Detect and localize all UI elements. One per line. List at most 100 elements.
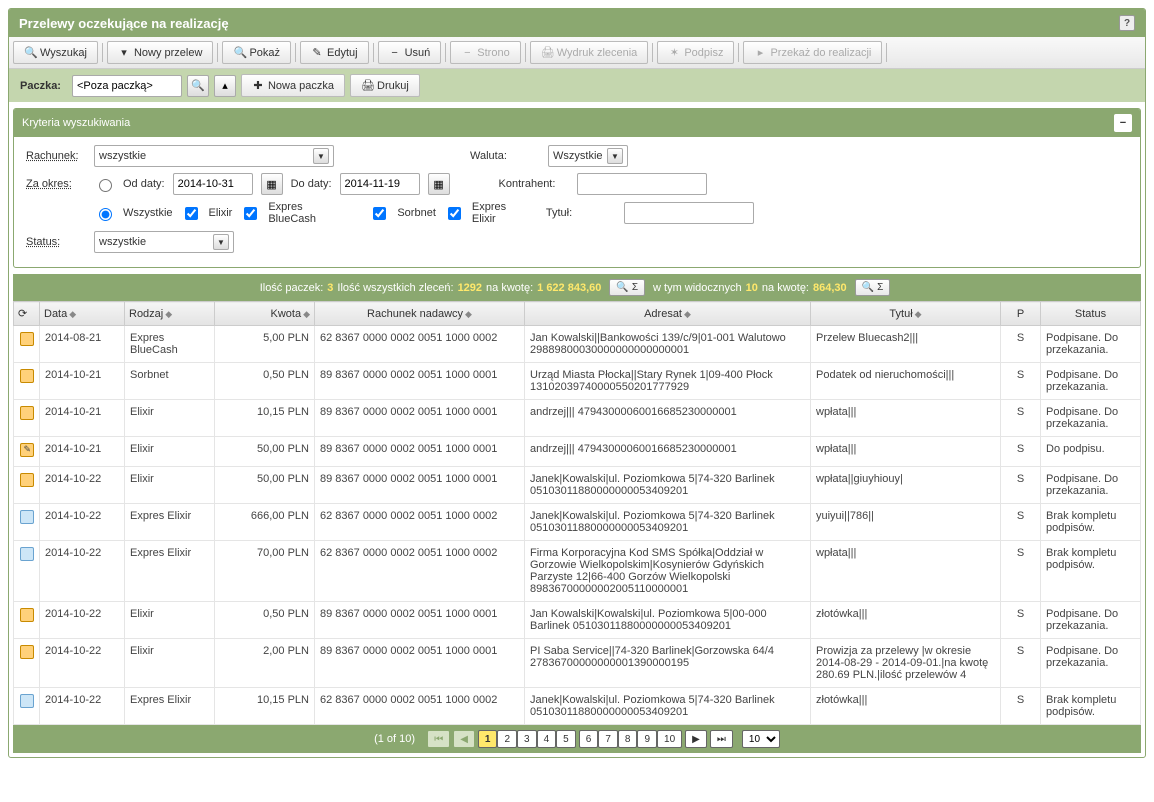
criteria-header: Kryteria wyszukiwania − bbox=[14, 109, 1140, 137]
tytul-input[interactable] bbox=[624, 202, 754, 224]
table-row[interactable]: 2014-10-22Elixir2,00 PLN89 8367 0000 000… bbox=[14, 639, 1141, 688]
execute-button[interactable]: ▸Przekaż do realizacji bbox=[743, 41, 882, 64]
search-button[interactable]: 🔍Wyszukaj bbox=[13, 41, 98, 64]
calendar-do-button[interactable]: ▦ bbox=[428, 173, 450, 195]
sorbnet-check[interactable] bbox=[373, 207, 386, 220]
row-icon bbox=[20, 473, 34, 487]
delete-button[interactable]: −Usuń bbox=[378, 41, 442, 64]
col-rach[interactable]: Rachunek nadawcy◆ bbox=[315, 302, 525, 326]
status-select[interactable]: wszystkie▼ bbox=[94, 231, 234, 253]
col-adresat[interactable]: Adresat◆ bbox=[525, 302, 811, 326]
tytul-label: Tytuł: bbox=[546, 207, 616, 219]
col-tytul[interactable]: Tytuł◆ bbox=[811, 302, 1001, 326]
col-rodzaj[interactable]: Rodzaj◆ bbox=[125, 302, 215, 326]
sigma2-button[interactable]: 🔍 Σ bbox=[855, 279, 891, 296]
table-row[interactable]: 2014-10-21Elixir50,00 PLN89 8367 0000 00… bbox=[14, 437, 1141, 467]
elixir-check[interactable] bbox=[185, 207, 198, 220]
show-icon: 🔍 bbox=[233, 46, 245, 59]
chevron-down-icon: ▼ bbox=[213, 234, 229, 250]
pager-page-2[interactable]: 2 bbox=[497, 730, 517, 748]
pager-page-4[interactable]: 4 bbox=[537, 730, 557, 748]
help-button[interactable]: ? bbox=[1119, 15, 1135, 31]
row-icon bbox=[20, 510, 34, 524]
print-order-icon: 🖨 bbox=[541, 46, 553, 59]
col-kwota[interactable]: Kwota◆ bbox=[215, 302, 315, 326]
pager-page-5[interactable]: 5 bbox=[556, 730, 576, 748]
new-paczka-button[interactable]: ✚Nowa paczka bbox=[241, 74, 345, 97]
edit-icon: ✎ bbox=[311, 46, 323, 59]
table-row[interactable]: 2014-10-22Expres Elixir70,00 PLN62 8367 … bbox=[14, 541, 1141, 602]
paczka-input[interactable] bbox=[72, 75, 182, 97]
wszystkie-radio[interactable] bbox=[99, 208, 112, 221]
chevron-down-icon: ▼ bbox=[607, 148, 623, 164]
execute-icon: ▸ bbox=[754, 46, 766, 59]
row-icon bbox=[20, 443, 34, 457]
table-row[interactable]: 2014-10-22Expres Elixir10,15 PLN62 8367 … bbox=[14, 688, 1141, 725]
pager-last[interactable]: ⏭ bbox=[710, 730, 733, 748]
pager: (1 of 10) ⏮ ◀ 12345 678910 ▶ ⏭ 10 bbox=[13, 725, 1141, 753]
status-label: Status: bbox=[26, 236, 86, 248]
edit-button[interactable]: ✎Edytuj bbox=[300, 41, 369, 64]
od-daty-input[interactable] bbox=[173, 173, 253, 195]
paczka-label: Paczka: bbox=[14, 80, 67, 92]
col-status[interactable]: Status bbox=[1041, 302, 1141, 326]
print-button[interactable]: 🖨Drukuj bbox=[350, 74, 420, 97]
strono-button[interactable]: −Strono bbox=[450, 41, 520, 64]
okres-label: Za okres: bbox=[26, 178, 86, 190]
pager-page-7[interactable]: 7 bbox=[598, 730, 618, 748]
expreselixir-check[interactable] bbox=[448, 207, 461, 220]
panel-header: Przelewy oczekujące na realizację ? bbox=[9, 9, 1145, 37]
kontrahent-label: Kontrahent: bbox=[499, 178, 569, 190]
table-row[interactable]: 2014-10-22Elixir0,50 PLN89 8367 0000 000… bbox=[14, 602, 1141, 639]
paczka-bar: Paczka: 🔍 ▴ ✚Nowa paczka 🖨Drukuj bbox=[9, 69, 1145, 102]
col-data[interactable]: Data◆ bbox=[40, 302, 125, 326]
waluta-label: Waluta: bbox=[470, 150, 540, 162]
sigma1-button[interactable]: 🔍 Σ bbox=[609, 279, 645, 296]
col-p[interactable]: P bbox=[1001, 302, 1041, 326]
pager-first[interactable]: ⏮ bbox=[427, 730, 450, 748]
paczka-search-button[interactable]: 🔍 bbox=[187, 75, 209, 97]
paczka-up-button[interactable]: ▴ bbox=[214, 75, 236, 97]
rachunek-select[interactable]: wszystkie▼ bbox=[94, 145, 334, 167]
sign-button[interactable]: ✶Podpisz bbox=[657, 41, 734, 64]
show-button[interactable]: 🔍Pokaż bbox=[222, 41, 291, 64]
col-icon[interactable]: ⟳ bbox=[14, 302, 40, 326]
table-row[interactable]: 2014-10-22Elixir50,00 PLN89 8367 0000 00… bbox=[14, 467, 1141, 504]
pager-next[interactable]: ▶ bbox=[685, 730, 707, 748]
calendar-od-button[interactable]: ▦ bbox=[261, 173, 283, 195]
chevron-down-icon: ▼ bbox=[313, 148, 329, 164]
pager-prev[interactable]: ◀ bbox=[453, 730, 475, 748]
table-row[interactable]: 2014-10-21Sorbnet0,50 PLN89 8367 0000 00… bbox=[14, 363, 1141, 400]
pager-page-10[interactable]: 10 bbox=[657, 730, 682, 748]
strono-icon: − bbox=[461, 47, 473, 59]
table-row[interactable]: 2014-10-21Elixir10,15 PLN89 8367 0000 00… bbox=[14, 400, 1141, 437]
collapse-button[interactable]: − bbox=[1114, 114, 1132, 132]
row-icon bbox=[20, 608, 34, 622]
pager-size[interactable]: 10 bbox=[742, 730, 780, 748]
row-icon bbox=[20, 645, 34, 659]
sign-icon: ✶ bbox=[668, 46, 680, 59]
page-title: Przelewy oczekujące na realizację bbox=[19, 16, 229, 31]
row-icon bbox=[20, 406, 34, 420]
row-icon bbox=[20, 332, 34, 346]
pager-page-6[interactable]: 6 bbox=[579, 730, 599, 748]
row-icon bbox=[20, 547, 34, 561]
print-order-button[interactable]: 🖨Wydruk zlecenia bbox=[530, 41, 649, 64]
kontrahent-input[interactable] bbox=[577, 173, 707, 195]
transfers-table: ⟳ Data◆ Rodzaj◆ Kwota◆ Rachunek nadawcy◆… bbox=[13, 301, 1141, 725]
pager-page-9[interactable]: 9 bbox=[637, 730, 657, 748]
search-icon: 🔍 bbox=[24, 46, 36, 59]
new-button[interactable]: ▾Nowy przelew bbox=[107, 41, 213, 64]
waluta-select[interactable]: Wszystkie▼ bbox=[548, 145, 628, 167]
row-icon bbox=[20, 369, 34, 383]
row-icon bbox=[20, 694, 34, 708]
pager-page-1[interactable]: 1 bbox=[478, 730, 498, 748]
od-daty-radio[interactable] bbox=[99, 179, 112, 192]
do-daty-input[interactable] bbox=[340, 173, 420, 195]
table-row[interactable]: 2014-08-21Expres BlueCash5,00 PLN62 8367… bbox=[14, 326, 1141, 363]
expresblue-check[interactable] bbox=[244, 207, 257, 220]
pager-page-8[interactable]: 8 bbox=[618, 730, 638, 748]
table-row[interactable]: 2014-10-22Expres Elixir666,00 PLN62 8367… bbox=[14, 504, 1141, 541]
pager-page-3[interactable]: 3 bbox=[517, 730, 537, 748]
toolbar: 🔍Wyszukaj ▾Nowy przelew 🔍Pokaż ✎Edytuj −Usuń… bbox=[9, 37, 1145, 69]
